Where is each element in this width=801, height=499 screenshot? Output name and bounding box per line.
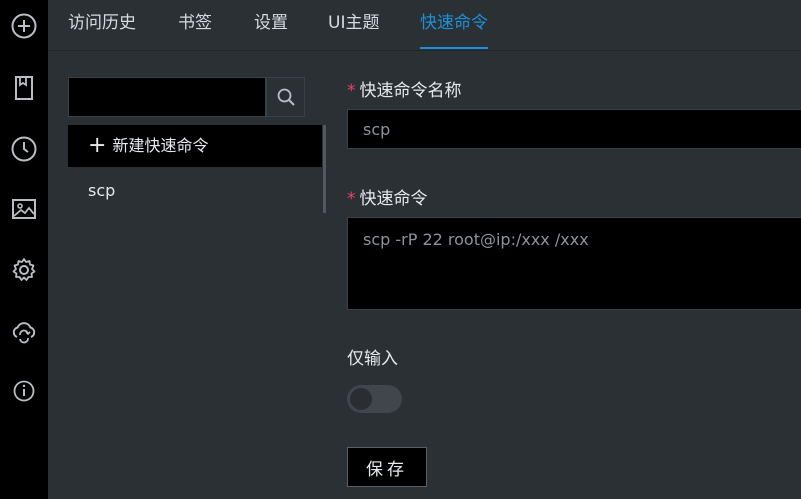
new-quick-command-label: 新建快速命令 (112, 136, 209, 155)
history-button[interactable] (6, 131, 42, 167)
input-only-toggle[interactable] (347, 385, 402, 413)
toggle-knob (350, 388, 372, 410)
search-input[interactable] (69, 78, 265, 116)
bookmark-icon (15, 76, 33, 100)
quick-command-textarea[interactable]: scp -rP 22 root@ip:/xxx /xxx (347, 217, 801, 310)
plus-icon: + (88, 133, 107, 158)
search-box (68, 77, 266, 117)
list-item[interactable]: scp (68, 167, 322, 215)
cloud-sync-icon (12, 322, 36, 344)
save-button[interactable]: 保存 (347, 447, 427, 487)
tab-bookmarks[interactable]: 书签 (178, 0, 212, 50)
name-field-label: * 快速命令名称 (347, 81, 462, 101)
sidebar-rail (0, 0, 48, 499)
bookmark-button[interactable] (6, 70, 42, 106)
about-button[interactable] (6, 373, 42, 409)
plus-circle-icon (11, 13, 37, 39)
new-quick-command-button[interactable]: + 新建快速命令 (68, 125, 322, 167)
list-scrollbar[interactable] (323, 125, 326, 213)
image-icon (12, 199, 36, 219)
required-mark: * (347, 81, 356, 101)
tab-history[interactable]: 访问历史 (68, 0, 136, 50)
theme-button[interactable] (6, 191, 42, 227)
quick-command-list: + 新建快速命令 scp (68, 125, 322, 215)
command-field-label: * 快速命令 (347, 189, 428, 209)
tab-ui-theme[interactable]: UI主题 (328, 0, 379, 50)
quick-command-name-input[interactable] (347, 109, 801, 149)
info-icon (13, 380, 35, 402)
tab-bar: 访问历史 书签 设置 UI主题 快速命令 (48, 0, 801, 51)
gear-icon (12, 258, 36, 281)
settings-button[interactable] (6, 252, 42, 288)
clock-icon (11, 136, 37, 162)
tab-quick-commands[interactable]: 快速命令 (420, 0, 488, 50)
search-button[interactable] (266, 77, 305, 117)
tab-settings[interactable]: 设置 (254, 0, 288, 50)
required-mark: * (347, 189, 356, 209)
search-icon (277, 88, 295, 106)
input-only-label: 仅输入 (347, 349, 398, 369)
sync-button[interactable] (6, 313, 42, 349)
add-button[interactable] (6, 8, 42, 44)
